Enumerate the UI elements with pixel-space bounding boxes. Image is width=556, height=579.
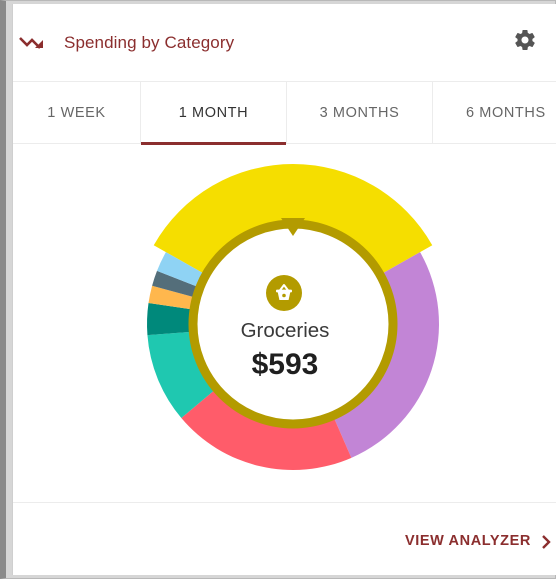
trending-down-icon [19, 37, 43, 49]
chevron-right-icon[interactable] [540, 534, 552, 550]
spending-card: Spending by Category 1 WEEK 1 MONTH 3 MO… [12, 4, 556, 575]
tab-6-months[interactable]: 6 MONTHS [433, 82, 556, 144]
shopping-basket-icon [266, 275, 302, 311]
period-tabs: 1 WEEK 1 MONTH 3 MONTHS 6 MONTHS [13, 82, 556, 145]
card-title: Spending by Category [64, 33, 235, 52]
card-footer: VIEW ANALYZER [13, 502, 556, 575]
selected-category-amount: $593 [251, 348, 319, 381]
selected-category-name: Groceries [240, 319, 330, 342]
tab-1-month[interactable]: 1 MONTH [141, 82, 287, 145]
view-analyzer-link[interactable]: VIEW ANALYZER [405, 533, 531, 549]
card-header: Spending by Category [13, 4, 556, 82]
tab-1-week[interactable]: 1 WEEK [13, 82, 141, 144]
tab-3-months[interactable]: 3 MONTHS [287, 82, 433, 144]
gear-icon[interactable] [513, 28, 537, 52]
